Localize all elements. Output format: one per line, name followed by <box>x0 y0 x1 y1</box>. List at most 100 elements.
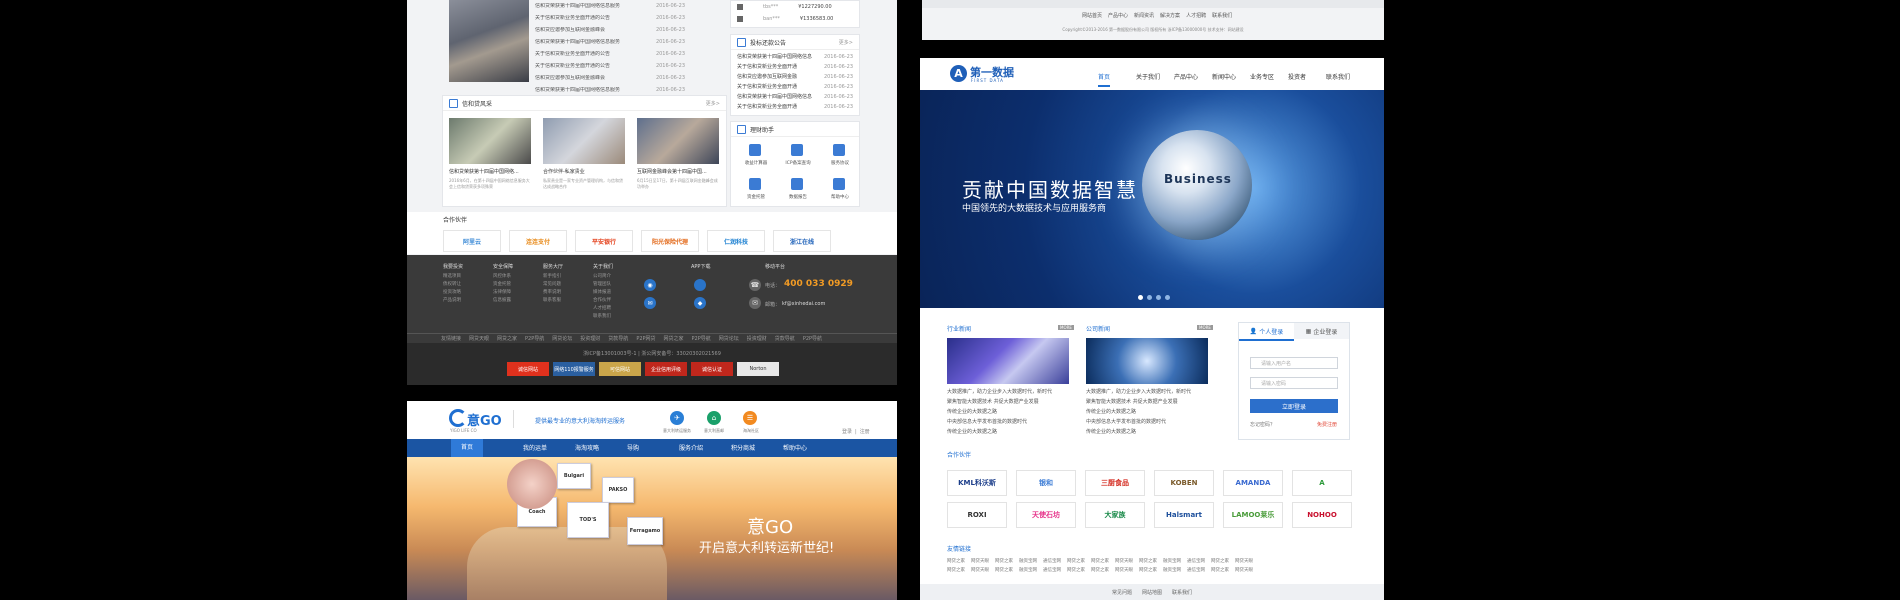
footer-link[interactable]: 产品说明 <box>443 297 461 303</box>
footer-link[interactable]: 精选项目 <box>443 273 461 279</box>
footer-link[interactable]: 解决方案 <box>1160 13 1180 19</box>
apple-icon[interactable] <box>694 279 706 291</box>
friend-link[interactable]: 通信宝网 <box>1187 568 1205 573</box>
friend-link[interactable]: 网贷天眼 <box>1115 559 1133 564</box>
friend-link[interactable]: 网贷天眼 <box>971 559 989 564</box>
news-item[interactable]: 信和贷荣获第十四届中国网络信息服务 2016-06-23 <box>535 36 685 48</box>
notice-item-title[interactable]: 关于信和贷新业务全面开通 <box>737 84 797 90</box>
plane-icon[interactable]: ✈ <box>670 411 684 425</box>
nav-item[interactable]: 导购 <box>627 443 639 452</box>
nav-item[interactable]: 投资者 <box>1288 72 1306 81</box>
friend-link[interactable]: 贷款导航 <box>608 336 628 342</box>
industry-news-more[interactable]: MORE <box>1058 325 1074 330</box>
partner-logo[interactable]: 三厨食品 <box>1085 470 1145 496</box>
partner-logo[interactable]: Halsmart <box>1154 502 1214 528</box>
helper-tool-label[interactable]: 收益计算器 <box>739 160 773 166</box>
style-caption[interactable]: 互联网金融峰会第十四届中国... <box>637 168 719 175</box>
friend-link[interactable]: 融资宝网 <box>1163 568 1181 573</box>
friend-link[interactable]: 网贷论坛 <box>719 336 739 342</box>
company-news-more[interactable]: MORE <box>1197 325 1213 330</box>
news-title[interactable]: 信和贷应邀参加互联网金融峰会 <box>535 27 645 33</box>
service-label[interactable]: 意大利直邮 <box>694 428 734 434</box>
trust-badge[interactable]: 诚信认证 <box>691 362 733 376</box>
footer-link[interactable]: 债权转让 <box>443 281 461 287</box>
friend-link[interactable]: P2P导航 <box>525 336 544 342</box>
news-item[interactable]: 关于信和贷新业务全面开通的公告 2016-06-23 <box>535 60 685 72</box>
news-title[interactable]: 关于信和贷新业务全面开通的公告 <box>535 51 645 57</box>
news-item[interactable]: 关于信和贷新业务全面开通的公告 2016-06-23 <box>535 12 685 24</box>
footer-link[interactable]: 联系我们 <box>1172 589 1192 596</box>
brand-card[interactable]: Ferragamo <box>627 517 663 545</box>
partner-logo[interactable]: 天使石坊 <box>1016 502 1076 528</box>
friend-link[interactable]: 网贷之家 <box>1067 559 1085 564</box>
nav-item[interactable]: 帮助中心 <box>783 443 807 452</box>
footer-link[interactable]: 法律保障 <box>493 289 511 295</box>
carousel-dot[interactable] <box>1147 295 1152 300</box>
news-photo[interactable] <box>449 0 529 82</box>
logo-icon[interactable]: A <box>950 65 967 82</box>
footer-link[interactable]: 联系我们 <box>1212 13 1232 19</box>
service-label[interactable]: 海淘社区 <box>731 428 771 434</box>
footer-link[interactable]: 联系我们 <box>593 313 611 319</box>
brand-card[interactable]: TOD'S <box>567 502 609 538</box>
footer-link[interactable]: 费率说明 <box>543 289 561 295</box>
friend-link[interactable]: 网贷天眼 <box>971 568 989 573</box>
friend-link[interactable]: 网贷之家 <box>1139 559 1157 564</box>
partner-logo[interactable]: AMANDA <box>1223 470 1283 496</box>
friend-link[interactable]: 友情链接 <box>441 336 461 342</box>
friend-link[interactable]: 网贷论坛 <box>552 336 572 342</box>
nav-item[interactable]: 联系我们 <box>1326 72 1350 81</box>
friend-link[interactable]: 投资理财 <box>747 336 767 342</box>
nav-item[interactable]: 首页 <box>451 439 484 457</box>
notice-item[interactable]: 信和贷荣获第十四届中国网络信息 2016-06-23 <box>737 92 853 102</box>
news-item[interactable]: 关于信和贷新业务全面开通的公告 2016-06-23 <box>535 48 685 60</box>
footer-link[interactable]: 网站首页 <box>1082 13 1102 19</box>
partner-logo[interactable]: 连连支付 <box>509 230 567 252</box>
email-address[interactable]: kf@xinhedai.com <box>782 301 825 307</box>
nav-item[interactable]: 产品中心 <box>1174 72 1198 81</box>
company-news-image[interactable] <box>1086 338 1208 384</box>
style-caption[interactable]: 信和贷荣获第十四届中国网络... <box>449 168 531 175</box>
friend-link[interactable]: 通信宝网 <box>1187 559 1205 564</box>
friend-link[interactable]: 融资宝网 <box>1019 559 1037 564</box>
login-link[interactable]: 登录 <box>842 429 852 435</box>
helper-tool-label[interactable]: 数据报告 <box>781 194 815 200</box>
friend-link[interactable]: P2P导航 <box>692 336 711 342</box>
friend-link[interactable]: 网贷之家 <box>1067 568 1085 573</box>
trust-badge[interactable]: 诚信网站 <box>507 362 549 376</box>
helper-tool-label[interactable]: ICP备案查询 <box>781 160 815 166</box>
news-item[interactable]: 大数据推广，助力企业步入大数据时代，新时代 <box>1086 388 1191 395</box>
weibo-icon[interactable]: ◉ <box>644 279 656 291</box>
login-button[interactable]: 立即登录 <box>1250 399 1338 413</box>
notice-item-title[interactable]: 关于信和贷新业务全面开通 <box>737 64 797 70</box>
helper-tool-icon[interactable] <box>833 144 845 156</box>
news-item[interactable]: 传统企业的大数据之路 <box>1086 428 1136 435</box>
news-item[interactable]: 信和贷荣获第十四届中国网络信息服务 2016-06-23 <box>535 0 685 12</box>
register-link[interactable]: 免费注册 <box>1317 421 1337 428</box>
partner-logo[interactable]: 阳光保险代理 <box>641 230 699 252</box>
notice-item-title[interactable]: 信和贷荣获第十四届中国网络信息 <box>737 54 812 60</box>
friend-link[interactable]: P2P导航 <box>803 336 822 342</box>
news-title[interactable]: 信和贷应邀参加互联网金融峰会 <box>535 75 645 81</box>
notice-item-title[interactable]: 信和贷荣获第十四届中国网络信息 <box>737 94 812 100</box>
helper-tool-label[interactable]: 服务协议 <box>823 160 857 166</box>
friend-link[interactable]: 网贷之家 <box>947 559 965 564</box>
friend-link[interactable]: 网贷之家 <box>1091 559 1109 564</box>
carousel-dot[interactable] <box>1156 295 1161 300</box>
trust-badge[interactable]: 网络110报警服务 <box>553 362 595 376</box>
brand-card[interactable]: PAKSO <box>602 477 634 503</box>
friend-link[interactable]: 网贷之家 <box>1211 559 1229 564</box>
partner-logo[interactable]: LAMOO莱乐 <box>1223 502 1283 528</box>
news-item[interactable]: 大数据推广，助力企业步入大数据时代，新时代 <box>947 388 1052 395</box>
notice-item[interactable]: 关于信和贷新业务全面开通 2016-06-23 <box>737 102 853 112</box>
footer-link[interactable]: 投资攻略 <box>443 289 461 295</box>
helper-tool-label[interactable]: 资金托管 <box>739 194 773 200</box>
news-item[interactable]: 传统企业的大数据之路 <box>1086 408 1136 415</box>
partner-logo[interactable]: 阿里云 <box>443 230 501 252</box>
nav-item[interactable]: 首页 <box>1098 72 1111 87</box>
friend-link[interactable]: 网贷之家 <box>664 336 684 342</box>
notice-item-title[interactable]: 关于信和贷新业务全面开通 <box>737 104 797 110</box>
friend-link[interactable]: P2P网贷 <box>636 336 655 342</box>
news-title[interactable]: 信和贷荣获第十四届中国网络信息服务 <box>535 87 645 93</box>
helper-tool-icon[interactable] <box>791 178 803 190</box>
